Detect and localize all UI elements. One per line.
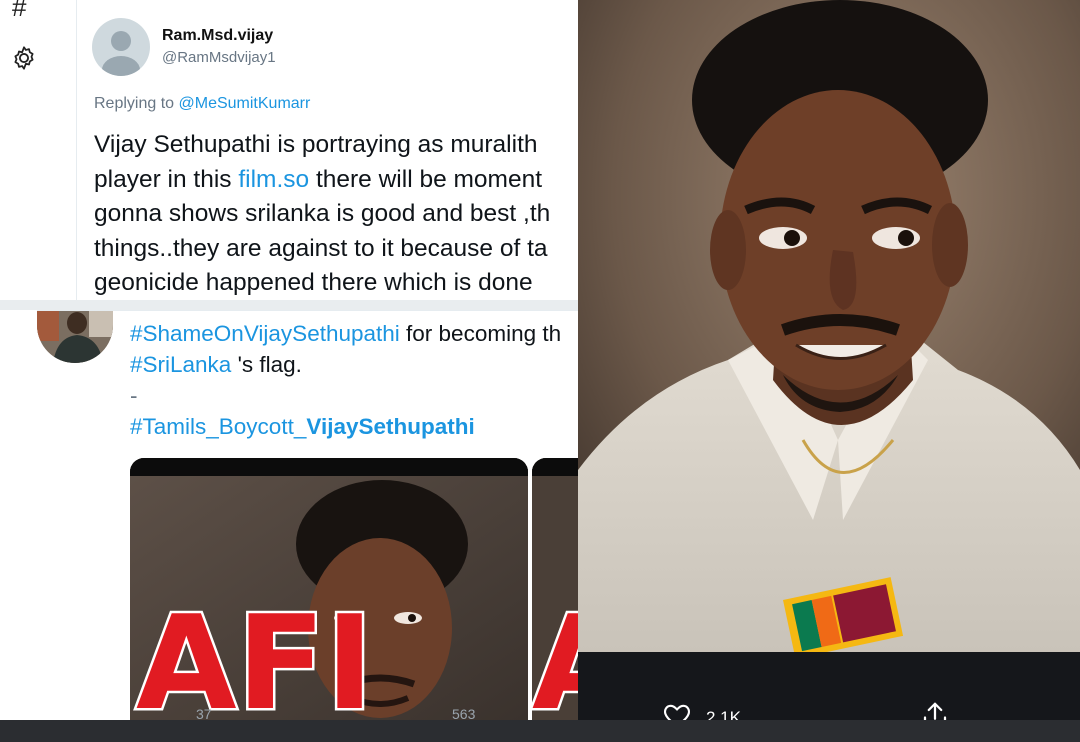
tweet-text-line: things..they are against to it because o… [94, 234, 548, 262]
quoted-tweet-fragment: 's flag. [231, 352, 302, 377]
tweet-text-line: Vijay Sethupathi is portraying as murali… [94, 131, 538, 158]
poster-title-text-partial: A [532, 587, 578, 720]
gear-icon[interactable] [10, 44, 38, 72]
quoted-tweet-line: #Tamils_Boycott_VijaySethupathi [130, 411, 561, 442]
tweet-separator [0, 300, 578, 310]
quoted-tweet-text: #ShameOnVijaySethupathi for becoming th … [130, 318, 561, 442]
hashtag-link[interactable]: #SriLanka [130, 352, 231, 377]
photo-viewer-panel: 2.1K [578, 0, 1080, 742]
hashtag-link[interactable]: #Tamils_Boycott_ [130, 414, 306, 439]
tweet-text-fragment: there will be moment [309, 165, 543, 193]
poster-title-text: AFI [136, 587, 374, 720]
tweet-media-image[interactable]: AFI [130, 458, 528, 720]
quoted-tweet-dash: - [130, 383, 138, 408]
tweet-text-line: geonicide happened there which is done [94, 269, 533, 296]
hashtag-link[interactable]: #ShameOnVijaySethupathi [130, 321, 400, 346]
portrait-photo[interactable] [578, 0, 1080, 652]
replying-to-label: Replying to [94, 95, 175, 112]
avatar[interactable] [37, 311, 113, 363]
explore-hashtag-icon[interactable]: # [12, 0, 26, 20]
quoted-tweet-line: #SriLanka 's flag. [130, 349, 561, 380]
sidebar-divider [76, 0, 77, 300]
user-handle[interactable]: @RamMsdvijay1 [162, 49, 276, 66]
avatar[interactable] [92, 18, 150, 76]
tweet-text: Vijay Sethupathi is portraying as murali… [94, 128, 578, 301]
quoted-tweet-fragment: for becoming th [399, 321, 562, 346]
bottom-bar [0, 720, 1080, 742]
tweet-text-line: player in this film.so there will be mom… [94, 163, 578, 198]
tweet-media-image-second[interactable]: A [532, 458, 578, 720]
default-avatar-icon [102, 31, 140, 76]
replying-to-mention-link[interactable]: @MeSumitKumarr [179, 95, 311, 112]
tweet-text-fragment: player in this [94, 165, 239, 193]
hashtag-link-bold[interactable]: VijaySethupathi [306, 414, 474, 439]
quoted-tweet-line: #ShameOnVijaySethupathi for becoming th [130, 318, 561, 349]
tweet-text-line: gonna shows srilanka is good and best ,t… [94, 200, 551, 227]
tweet-link[interactable]: film.so [238, 166, 309, 193]
poster-image: AFI [130, 458, 528, 720]
quoted-tweet-divider [37, 310, 578, 311]
twitter-thread-panel: # Ram.Msd.vijay @RamMsdvijay1 Replying t… [0, 0, 578, 742]
poster-image-partial: A [532, 458, 578, 720]
replying-to-line: Replying to @MeSumitKumarr [94, 95, 310, 113]
user-display-name[interactable]: Ram.Msd.vijay [162, 27, 273, 45]
user-photo-icon [37, 311, 113, 363]
